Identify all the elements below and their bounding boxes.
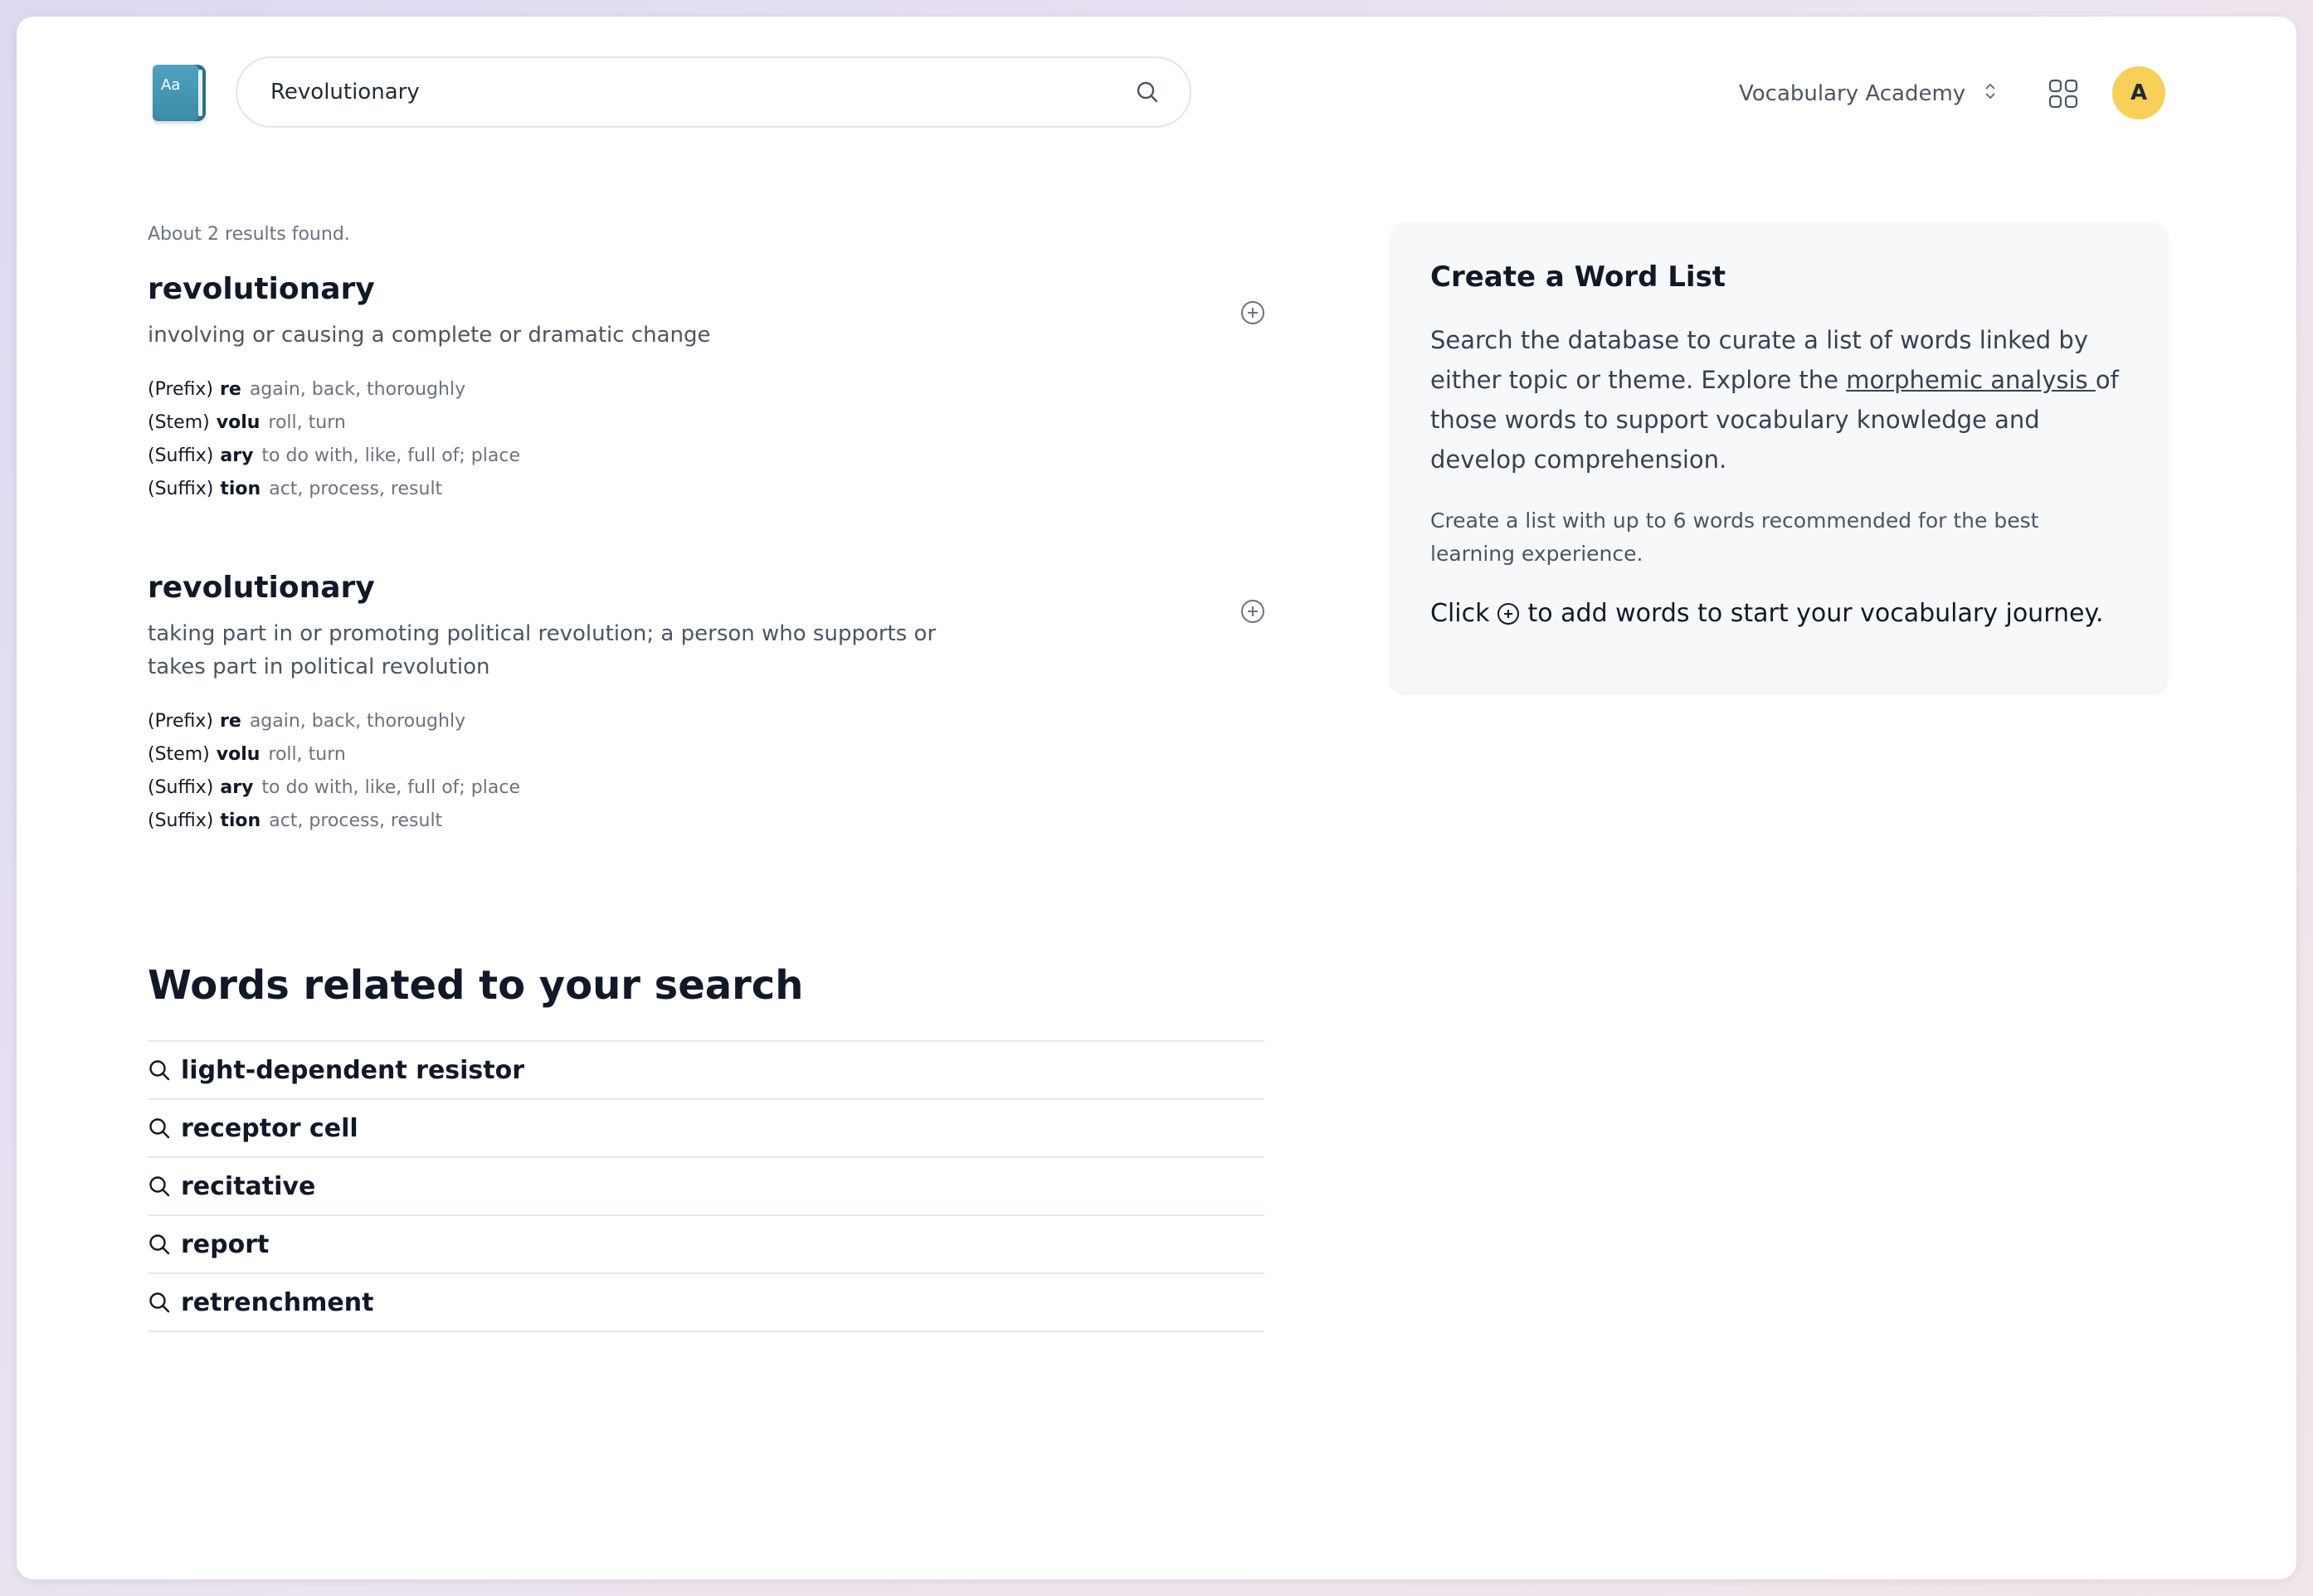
- morpheme: re: [220, 711, 241, 732]
- related-word: light-dependent resistor: [181, 1055, 525, 1085]
- related-word: receptor cell: [181, 1113, 358, 1143]
- morphemic-analysis-link[interactable]: morphemic analysis: [1846, 366, 2096, 394]
- card-title: Create a Word List: [1430, 260, 1726, 294]
- morpheme-row: (Suffix) ary to do with, like, full of; pl…: [148, 440, 1276, 473]
- morpheme-row: (Suffix) tion act, process, result: [148, 473, 1276, 506]
- morpheme-meaning: roll, turn: [268, 744, 346, 765]
- avatar[interactable]: A: [2112, 66, 2165, 119]
- morpheme-type: (Prefix): [148, 379, 214, 400]
- morpheme-meaning: roll, turn: [268, 412, 346, 433]
- related-item[interactable]: report: [148, 1216, 1264, 1274]
- dictionary-logo-icon[interactable]: Aa: [153, 65, 206, 121]
- morpheme-meaning: act, process, result: [269, 479, 443, 499]
- morpheme-type: (Suffix): [148, 810, 214, 831]
- avatar-initial: A: [2130, 80, 2148, 105]
- logo-pages: [198, 70, 202, 116]
- result-definition: taking part in or promoting political re…: [148, 621, 937, 679]
- card-cta: Click to add words to start your vocabul…: [1430, 596, 2127, 632]
- morpheme-list: (Prefix) re again, back, thoroughly (Stem)…: [148, 373, 1276, 506]
- morpheme-meaning: again, back, thoroughly: [249, 379, 466, 400]
- morpheme-type: (Prefix): [148, 711, 214, 732]
- related-item[interactable]: retrenchment: [148, 1274, 1264, 1332]
- morpheme: ary: [220, 445, 254, 466]
- morpheme: tion: [220, 810, 261, 831]
- plus-circle-icon: [1497, 603, 1520, 625]
- morpheme-row: (Prefix) re again, back, thoroughly: [148, 705, 1276, 738]
- result-definition: involving or causing a complete or drama…: [148, 323, 711, 348]
- morpheme-row: (Suffix) ary to do with, like, full of; pl…: [148, 771, 1276, 805]
- morpheme-list: (Prefix) re again, back, thoroughly (Stem)…: [148, 705, 1276, 838]
- result-word: revolutionary: [148, 272, 375, 306]
- morpheme-row: (Stem) volu roll, turn: [148, 738, 1276, 771]
- morpheme-type: (Stem): [148, 744, 210, 765]
- search-icon: [149, 1234, 170, 1255]
- add-word-button[interactable]: [1241, 600, 1264, 623]
- result-card: revolutionary involving or causing a com…: [148, 269, 1276, 506]
- result-word: revolutionary: [148, 571, 375, 605]
- chevron-updown-icon: [1984, 80, 1997, 108]
- morpheme: tion: [220, 479, 261, 499]
- card-description: Search the database to curate a list of …: [1430, 320, 2127, 479]
- related-word: report: [181, 1229, 270, 1259]
- morpheme-type: (Suffix): [148, 479, 214, 499]
- morpheme: ary: [220, 777, 254, 798]
- org-name: Vocabulary Academy: [1739, 81, 1966, 106]
- word-list-card: Create a Word List Search the database t…: [1390, 222, 2167, 692]
- morpheme-row: (Prefix) re again, back, thoroughly: [148, 373, 1276, 406]
- app-window: Aa Vocabulary Academy A Abou: [17, 17, 2296, 1579]
- related-title: Words related to your search: [148, 962, 804, 1009]
- morpheme-type: (Suffix): [148, 777, 214, 798]
- search-input[interactable]: [270, 80, 1135, 105]
- search-icon: [149, 1118, 170, 1139]
- related-list: light-dependent resistor receptor cell r…: [148, 1040, 1264, 1332]
- morpheme: volu: [216, 412, 261, 433]
- morpheme-meaning: act, process, result: [269, 810, 443, 831]
- results-count: About 2 results found.: [148, 224, 350, 245]
- search-icon: [149, 1292, 170, 1313]
- add-word-button[interactable]: [1241, 301, 1264, 324]
- morpheme-row: (Stem) volu roll, turn: [148, 406, 1276, 440]
- card-note: Create a list with up to 6 words recomme…: [1430, 508, 2039, 566]
- search-icon: [149, 1060, 170, 1081]
- cta-text: to add words to start your vocabulary jo…: [1527, 599, 2104, 628]
- related-word: recitative: [181, 1171, 316, 1201]
- morpheme: volu: [216, 744, 261, 765]
- search-icon[interactable]: [1135, 80, 1160, 105]
- related-item[interactable]: recitative: [148, 1158, 1264, 1216]
- related-item[interactable]: light-dependent resistor: [148, 1042, 1264, 1100]
- morpheme-type: (Suffix): [148, 445, 214, 466]
- morpheme-row: (Suffix) tion act, process, result: [148, 805, 1276, 838]
- result-card: revolutionary taking part in or promotin…: [148, 567, 1276, 838]
- morpheme-meaning: to do with, like, full of; place: [261, 445, 520, 466]
- morpheme-type: (Stem): [148, 412, 210, 433]
- morpheme-meaning: to do with, like, full of; place: [261, 777, 520, 798]
- search-icon: [149, 1176, 170, 1197]
- plus-icon: [1248, 308, 1258, 318]
- logo-text: Aa: [161, 76, 181, 94]
- org-switcher[interactable]: Vocabulary Academy: [1739, 80, 1997, 108]
- related-item[interactable]: receptor cell: [148, 1100, 1264, 1158]
- search-bar[interactable]: [236, 56, 1191, 128]
- related-word: retrenchment: [181, 1287, 374, 1317]
- plus-icon: [1248, 606, 1258, 616]
- morpheme: re: [220, 379, 241, 400]
- morpheme-meaning: again, back, thoroughly: [249, 711, 466, 732]
- cta-text: Click: [1430, 599, 1490, 628]
- apps-grid-icon[interactable]: [2048, 78, 2079, 109]
